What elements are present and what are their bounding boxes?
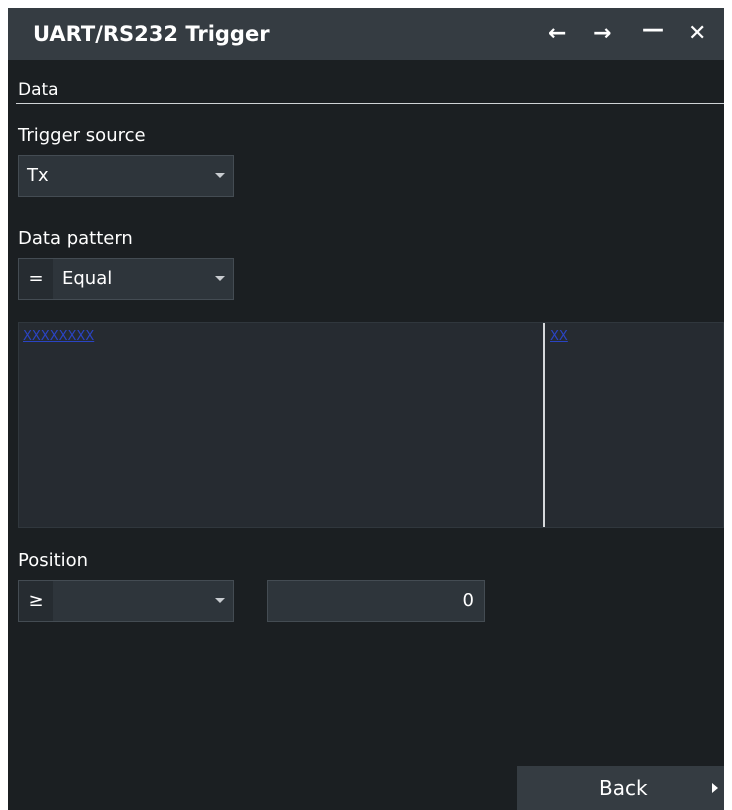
position-operator-select[interactable]: ≥ xyxy=(18,580,234,622)
close-icon[interactable]: ✕ xyxy=(688,8,706,60)
back-button-label: Back xyxy=(599,776,648,800)
dialog-title: UART/RS232 Trigger xyxy=(33,22,270,46)
chevron-down-icon xyxy=(215,173,225,178)
section-heading-data: Data xyxy=(18,80,59,100)
data-pattern-value: Equal xyxy=(62,268,113,289)
operator-symbol: ≥ xyxy=(19,581,53,621)
data-pattern-label: Data pattern xyxy=(18,228,133,249)
back-arrow-icon[interactable]: ← xyxy=(548,8,566,60)
section-divider xyxy=(16,103,724,104)
trigger-source-value: Tx xyxy=(27,165,49,186)
pattern-bits-binary[interactable]: XXXXXXXX xyxy=(23,329,94,344)
trigger-source-select[interactable]: Tx xyxy=(18,155,234,197)
position-value-input[interactable]: 0 xyxy=(267,580,485,622)
trigger-dialog: UART/RS232 Trigger ← → — ✕ Data Trigger … xyxy=(8,8,724,810)
pattern-column-divider xyxy=(543,323,545,527)
chevron-down-icon xyxy=(215,598,225,603)
chevron-down-icon xyxy=(215,276,225,281)
pattern-editor[interactable]: XXXXXXXX XX xyxy=(18,322,724,528)
chevron-right-icon xyxy=(712,783,718,793)
data-pattern-select[interactable]: = Equal xyxy=(18,258,234,300)
position-label: Position xyxy=(18,550,89,571)
title-bar: UART/RS232 Trigger ← → — ✕ xyxy=(8,8,724,60)
pattern-bits-hex[interactable]: XX xyxy=(550,329,568,344)
trigger-source-label: Trigger source xyxy=(18,125,146,146)
position-value: 0 xyxy=(462,590,474,611)
equal-symbol: = xyxy=(19,259,53,299)
back-button[interactable]: Back xyxy=(517,766,724,810)
forward-arrow-icon[interactable]: → xyxy=(593,8,611,60)
minimize-icon[interactable]: — xyxy=(642,4,664,56)
